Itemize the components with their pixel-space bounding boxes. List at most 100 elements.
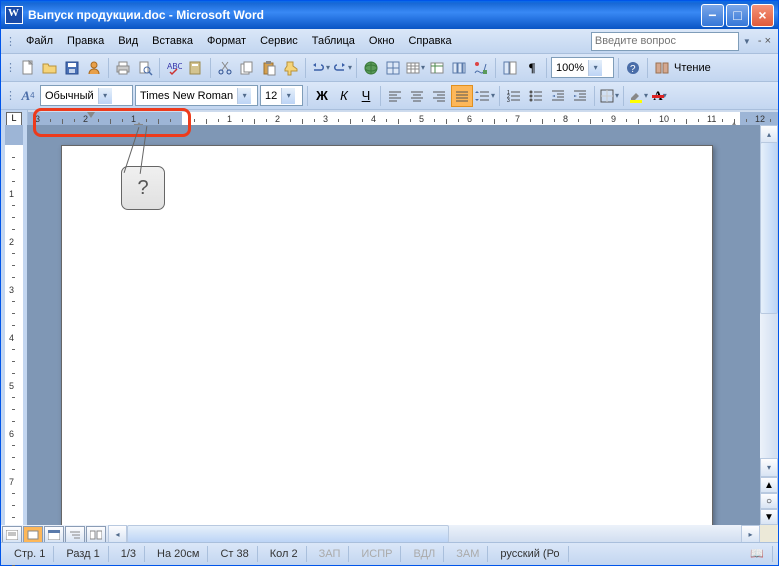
line-spacing-icon[interactable]: ▾ [475,86,495,106]
open-icon[interactable] [40,58,60,78]
bullets-icon[interactable] [526,86,546,106]
status-line: Ст 38 [212,546,257,562]
hyperlink-icon[interactable] [361,58,381,78]
align-center-icon[interactable] [407,86,427,106]
menu-view[interactable]: Вид [111,32,145,50]
view-buttons [1,525,108,543]
normal-view-icon[interactable] [2,526,22,543]
doc-map-icon[interactable] [500,58,520,78]
status-pages: 1/3 [113,546,145,562]
reading-label[interactable]: Чтение [674,62,711,74]
status-col: Кол 2 [262,546,307,562]
status-ext[interactable]: ВДЛ [405,546,444,562]
menu-bar: ⋮ Файл Правка Вид Вставка Формат Сервис … [1,29,778,54]
status-book-icon[interactable]: 📖 [742,546,773,562]
help-icon[interactable]: ? [623,58,643,78]
status-at: На 20см [149,546,208,562]
spellcheck-icon[interactable]: ABC [164,58,184,78]
status-section: Разд 1 [58,546,108,562]
increase-indent-icon[interactable] [570,86,590,106]
callout-annotation: ? [121,166,165,210]
bold-icon[interactable]: Ж [312,86,332,106]
borders-icon[interactable]: ▾ [599,86,619,106]
research-icon[interactable] [186,58,206,78]
redo-icon[interactable]: ▾ [332,58,352,78]
scroll-right-button[interactable]: ▸ [741,525,760,543]
scroll-thumb-h[interactable] [127,525,449,543]
svg-text:ABC: ABC [167,62,182,71]
menu-format[interactable]: Формат [200,32,253,50]
title-bar: Выпуск продукции.doc - Microsoft Word − … [1,1,778,29]
align-justify-icon[interactable] [451,85,473,107]
underline-icon[interactable]: Ч [356,86,376,106]
reading-icon[interactable] [652,58,672,78]
print-preview-icon[interactable] [135,58,155,78]
zoom-combo[interactable]: 100%▾ [551,57,614,78]
insert-table-icon[interactable]: ▾ [405,58,425,78]
format-painter-icon[interactable] [281,58,301,78]
menu-tools[interactable]: Сервис [253,32,305,50]
menu-help[interactable]: Справка [401,32,458,50]
status-rec[interactable]: ЗАП [311,546,350,562]
first-line-indent-marker[interactable] [87,112,95,118]
columns-icon[interactable] [449,58,469,78]
app-icon [5,6,23,24]
menu-table[interactable]: Таблица [305,32,362,50]
menu-insert[interactable]: Вставка [145,32,200,50]
svg-text:3: 3 [507,98,510,104]
align-right-icon[interactable] [429,86,449,106]
save-icon[interactable] [62,58,82,78]
outline-view-icon[interactable] [65,526,85,543]
status-page: Стр. 1 [6,546,54,562]
excel-icon[interactable] [427,58,447,78]
horizontal-scrollbar: ◂ ▸ [1,525,760,543]
formatting-toolbar: ⋮ A4 Обычный▾ Times New Roman▾ 12▾ Ж К Ч… [1,82,778,110]
prev-page-button[interactable]: ▲ [760,477,778,493]
scroll-thumb-v[interactable] [760,142,778,314]
copy-icon[interactable] [237,58,257,78]
print-icon[interactable] [113,58,133,78]
status-bar: Стр. 1 Разд 1 1/3 На 20см Ст 38 Кол 2 ЗА… [1,542,778,565]
menu-edit[interactable]: Правка [60,32,111,50]
tables-borders-icon[interactable] [383,58,403,78]
font-combo[interactable]: Times New Roman▾ [135,85,258,106]
next-page-button[interactable]: ▼ [760,509,778,525]
close-button[interactable]: × [751,4,774,27]
print-layout-view-icon[interactable] [23,526,43,543]
scroll-left-button[interactable]: ◂ [108,525,127,543]
cut-icon[interactable] [215,58,235,78]
size-combo[interactable]: 12▾ [260,85,303,106]
style-combo[interactable]: Обычный▾ [40,85,133,106]
minimize-button[interactable]: − [701,4,724,27]
maximize-button[interactable]: □ [726,4,749,27]
status-trk[interactable]: ИСПР [353,546,401,562]
scroll-down-button[interactable]: ▾ [760,458,778,477]
reading-view-icon[interactable] [86,526,106,543]
browse-object-button[interactable]: ○ [760,493,778,509]
vertical-scrollbar[interactable]: ▴ ▾ ▲ ○ ▼ [760,125,778,525]
show-marks-icon[interactable]: ¶ [522,58,542,78]
standard-toolbar: ⋮ ABC ▾ ▾ ▾ ¶ 100%▾ ? Чтение [1,54,778,82]
paste-icon[interactable] [259,58,279,78]
web-layout-view-icon[interactable] [44,526,64,543]
align-left-icon[interactable] [385,86,405,106]
highlight-icon[interactable]: ▾ [628,86,648,106]
window-title: Выпуск продукции.doc - Microsoft Word [28,8,699,22]
drawing-icon[interactable] [471,58,491,78]
menu-file[interactable]: Файл [19,32,60,50]
menu-window[interactable]: Окно [362,32,402,50]
svg-text:?: ? [630,64,636,75]
italic-icon[interactable]: К [334,86,354,106]
decrease-indent-icon[interactable] [548,86,568,106]
callout-text: ? [121,166,165,210]
styles-pane-icon[interactable]: A4 [18,86,38,106]
font-color-icon[interactable]: A▾ [650,86,670,106]
numbering-icon[interactable]: 123 [504,86,524,106]
new-doc-icon[interactable] [18,58,38,78]
vertical-ruler[interactable]: 123456789 [1,125,27,525]
status-ovr[interactable]: ЗАМ [448,546,488,562]
help-search-input[interactable] [591,32,739,51]
permissions-icon[interactable] [84,58,104,78]
undo-icon[interactable]: ▾ [310,58,330,78]
status-lang[interactable]: русский (Ро [492,546,568,562]
